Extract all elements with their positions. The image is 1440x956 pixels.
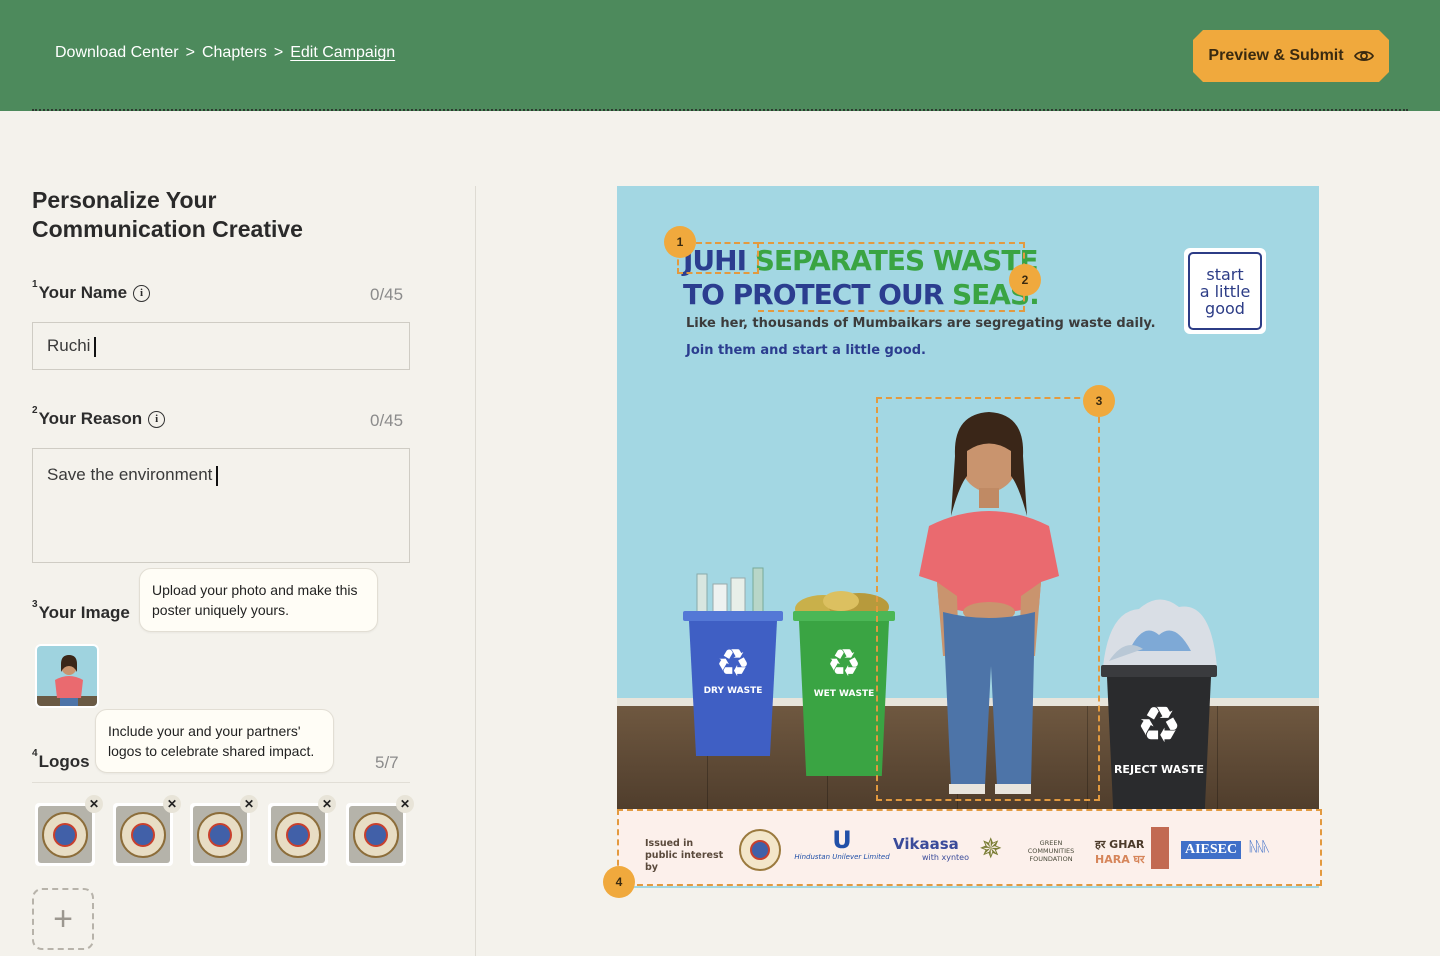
field-number: 2: [32, 405, 38, 417]
recycle-icon: ♻: [1136, 697, 1182, 753]
remove-logo-button[interactable]: ✕: [318, 795, 336, 813]
remove-logo-button[interactable]: ✕: [85, 795, 103, 813]
panel-title: Personalize Your Communication Creative: [32, 187, 303, 242]
logos-label-text: Logos: [38, 752, 90, 771]
breadcrumb-separator: >: [185, 44, 195, 61]
reject-waste-label: REJECT WASTE: [1113, 763, 1205, 776]
region-marker-2[interactable]: 2: [1009, 264, 1041, 296]
vikaasa-logo: Vikaasa with xynteo: [893, 835, 969, 862]
name-input[interactable]: Ruchi: [32, 322, 410, 370]
header-divider: [32, 109, 1408, 111]
breadcrumb-download-center[interactable]: Download Center: [55, 44, 179, 62]
headline-line-1: JUHI SEPARATES WASTE: [683, 244, 1039, 277]
logos-counter: 5/7: [375, 753, 399, 772]
poster-preview: JUHI SEPARATES WASTE TO PROTECT OUR SEAS…: [617, 186, 1319, 888]
reject-waste-bin: ♻ REJECT WASTE: [1099, 591, 1219, 811]
reason-textarea[interactable]: Save the environment: [32, 448, 410, 563]
image-label-text: Your Image: [38, 603, 130, 622]
green-communities-foundation-logo: GREEN COMMUNITIES FOUNDATION: [1027, 839, 1075, 863]
logos-divider: [32, 782, 410, 783]
logos-tooltip: Include your and your partners' logos to…: [95, 709, 334, 773]
municipal-seal-icon: [353, 811, 399, 858]
info-icon[interactable]: i: [133, 284, 151, 302]
remove-logo-button[interactable]: ✕: [396, 795, 414, 813]
start-a-little-good-logo: start a little good: [1184, 248, 1266, 334]
remove-logo-button[interactable]: ✕: [163, 795, 181, 813]
text-caret: [216, 465, 219, 486]
recycle-icon: ♻: [715, 643, 751, 685]
dry-waste-label: DRY WASTE: [703, 686, 763, 696]
issued-in-public-interest-text: Issued in public interest by: [645, 838, 724, 873]
reason-input-value: Save the environment: [47, 465, 213, 484]
hindustan-unilever-logo: U Hindustan Unilever Limited: [794, 826, 890, 861]
breadcrumb-separator: >: [273, 44, 284, 61]
logo-thumbnail[interactable]: ✕: [35, 795, 103, 866]
region-marker-1[interactable]: 1: [664, 226, 696, 258]
headline-to: TO: [683, 278, 725, 311]
field-number: 1: [32, 279, 38, 291]
name-field-label: 1Your Name i: [32, 279, 151, 303]
name-input-value: Ruchi: [47, 336, 91, 355]
name-char-counter: 0/45: [370, 285, 404, 304]
municipal-seal-icon: [120, 811, 166, 858]
region-marker-4[interactable]: 4: [603, 866, 635, 898]
plastic-waste: [1103, 599, 1217, 667]
headline-separates-waste: SEPARATES WASTE: [754, 244, 1039, 277]
girl-photo-thumbnail: [37, 646, 97, 706]
logos-field-label: 4Logos: [32, 748, 90, 772]
building-icon: [1151, 827, 1169, 869]
uploaded-image-thumbnail[interactable]: [35, 644, 99, 708]
municipal-seal-icon: [275, 811, 321, 858]
top-bar: Download Center > Chapters > Edit Campai…: [0, 0, 1440, 111]
logo-thumbnail[interactable]: ✕: [346, 795, 414, 866]
breadcrumb-chapters[interactable]: Chapters: [202, 44, 267, 62]
preview-submit-button[interactable]: Preview & Submit: [1193, 30, 1389, 82]
people-icon: ᚣᚣᚣ: [1249, 839, 1270, 855]
municipal-seal-icon: [197, 811, 243, 858]
reason-label-text: Your Reason: [38, 409, 143, 428]
municipal-seal-icon: [42, 811, 88, 858]
panel-divider: [475, 186, 476, 956]
text-caret: [94, 336, 97, 357]
reason-field-label: 2Your Reason i: [32, 405, 166, 429]
municipal-seal-logo: [739, 829, 781, 871]
eye-icon: [1353, 50, 1374, 62]
preview-submit-label: Preview & Submit: [1208, 47, 1344, 64]
girl-figure-image: [919, 412, 1059, 794]
add-logo-button[interactable]: +: [32, 888, 94, 950]
aiesec-logo: AIESEC: [1181, 841, 1242, 859]
poster-cta: Join them and start a little good.: [686, 343, 926, 358]
image-field-label: 3Your Image: [32, 599, 130, 623]
logo-thumbnail[interactable]: ✕: [190, 795, 258, 866]
name-label-text: Your Name: [38, 283, 128, 302]
breadcrumb: Download Center > Chapters > Edit Campai…: [55, 44, 395, 62]
info-icon[interactable]: i: [148, 410, 166, 428]
image-tooltip: Upload your photo and make this poster u…: [139, 568, 378, 632]
field-number: 4: [32, 748, 38, 760]
bottles-waste: [696, 567, 764, 616]
dry-waste-bin: ♻ DRY WASTE: [683, 566, 783, 756]
partner-logo-strip: Issued in public interest by U Hindustan…: [617, 809, 1322, 886]
reason-char-counter: 0/45: [370, 411, 404, 430]
logo-thumbnail[interactable]: ✕: [268, 795, 336, 866]
unilever-u-icon: U: [832, 826, 852, 854]
har-ghar-hara-ghar-logo: हर GHAR HARA घर: [1095, 838, 1145, 866]
poster-subline: Like her, thousands of Mumbaikars are se…: [686, 316, 1156, 331]
green-communities-icon: ✵: [979, 832, 1003, 865]
headline-protect-our: PROTECT OUR: [732, 278, 945, 311]
breadcrumb-edit-campaign[interactable]: Edit Campaign: [290, 44, 395, 62]
remove-logo-button[interactable]: ✕: [240, 795, 258, 813]
region-marker-3[interactable]: 3: [1083, 385, 1115, 417]
field-number: 3: [32, 599, 38, 611]
logo-thumbnail[interactable]: ✕: [113, 795, 181, 866]
headline-line-2: TO PROTECT OUR SEAS.: [683, 278, 1040, 311]
